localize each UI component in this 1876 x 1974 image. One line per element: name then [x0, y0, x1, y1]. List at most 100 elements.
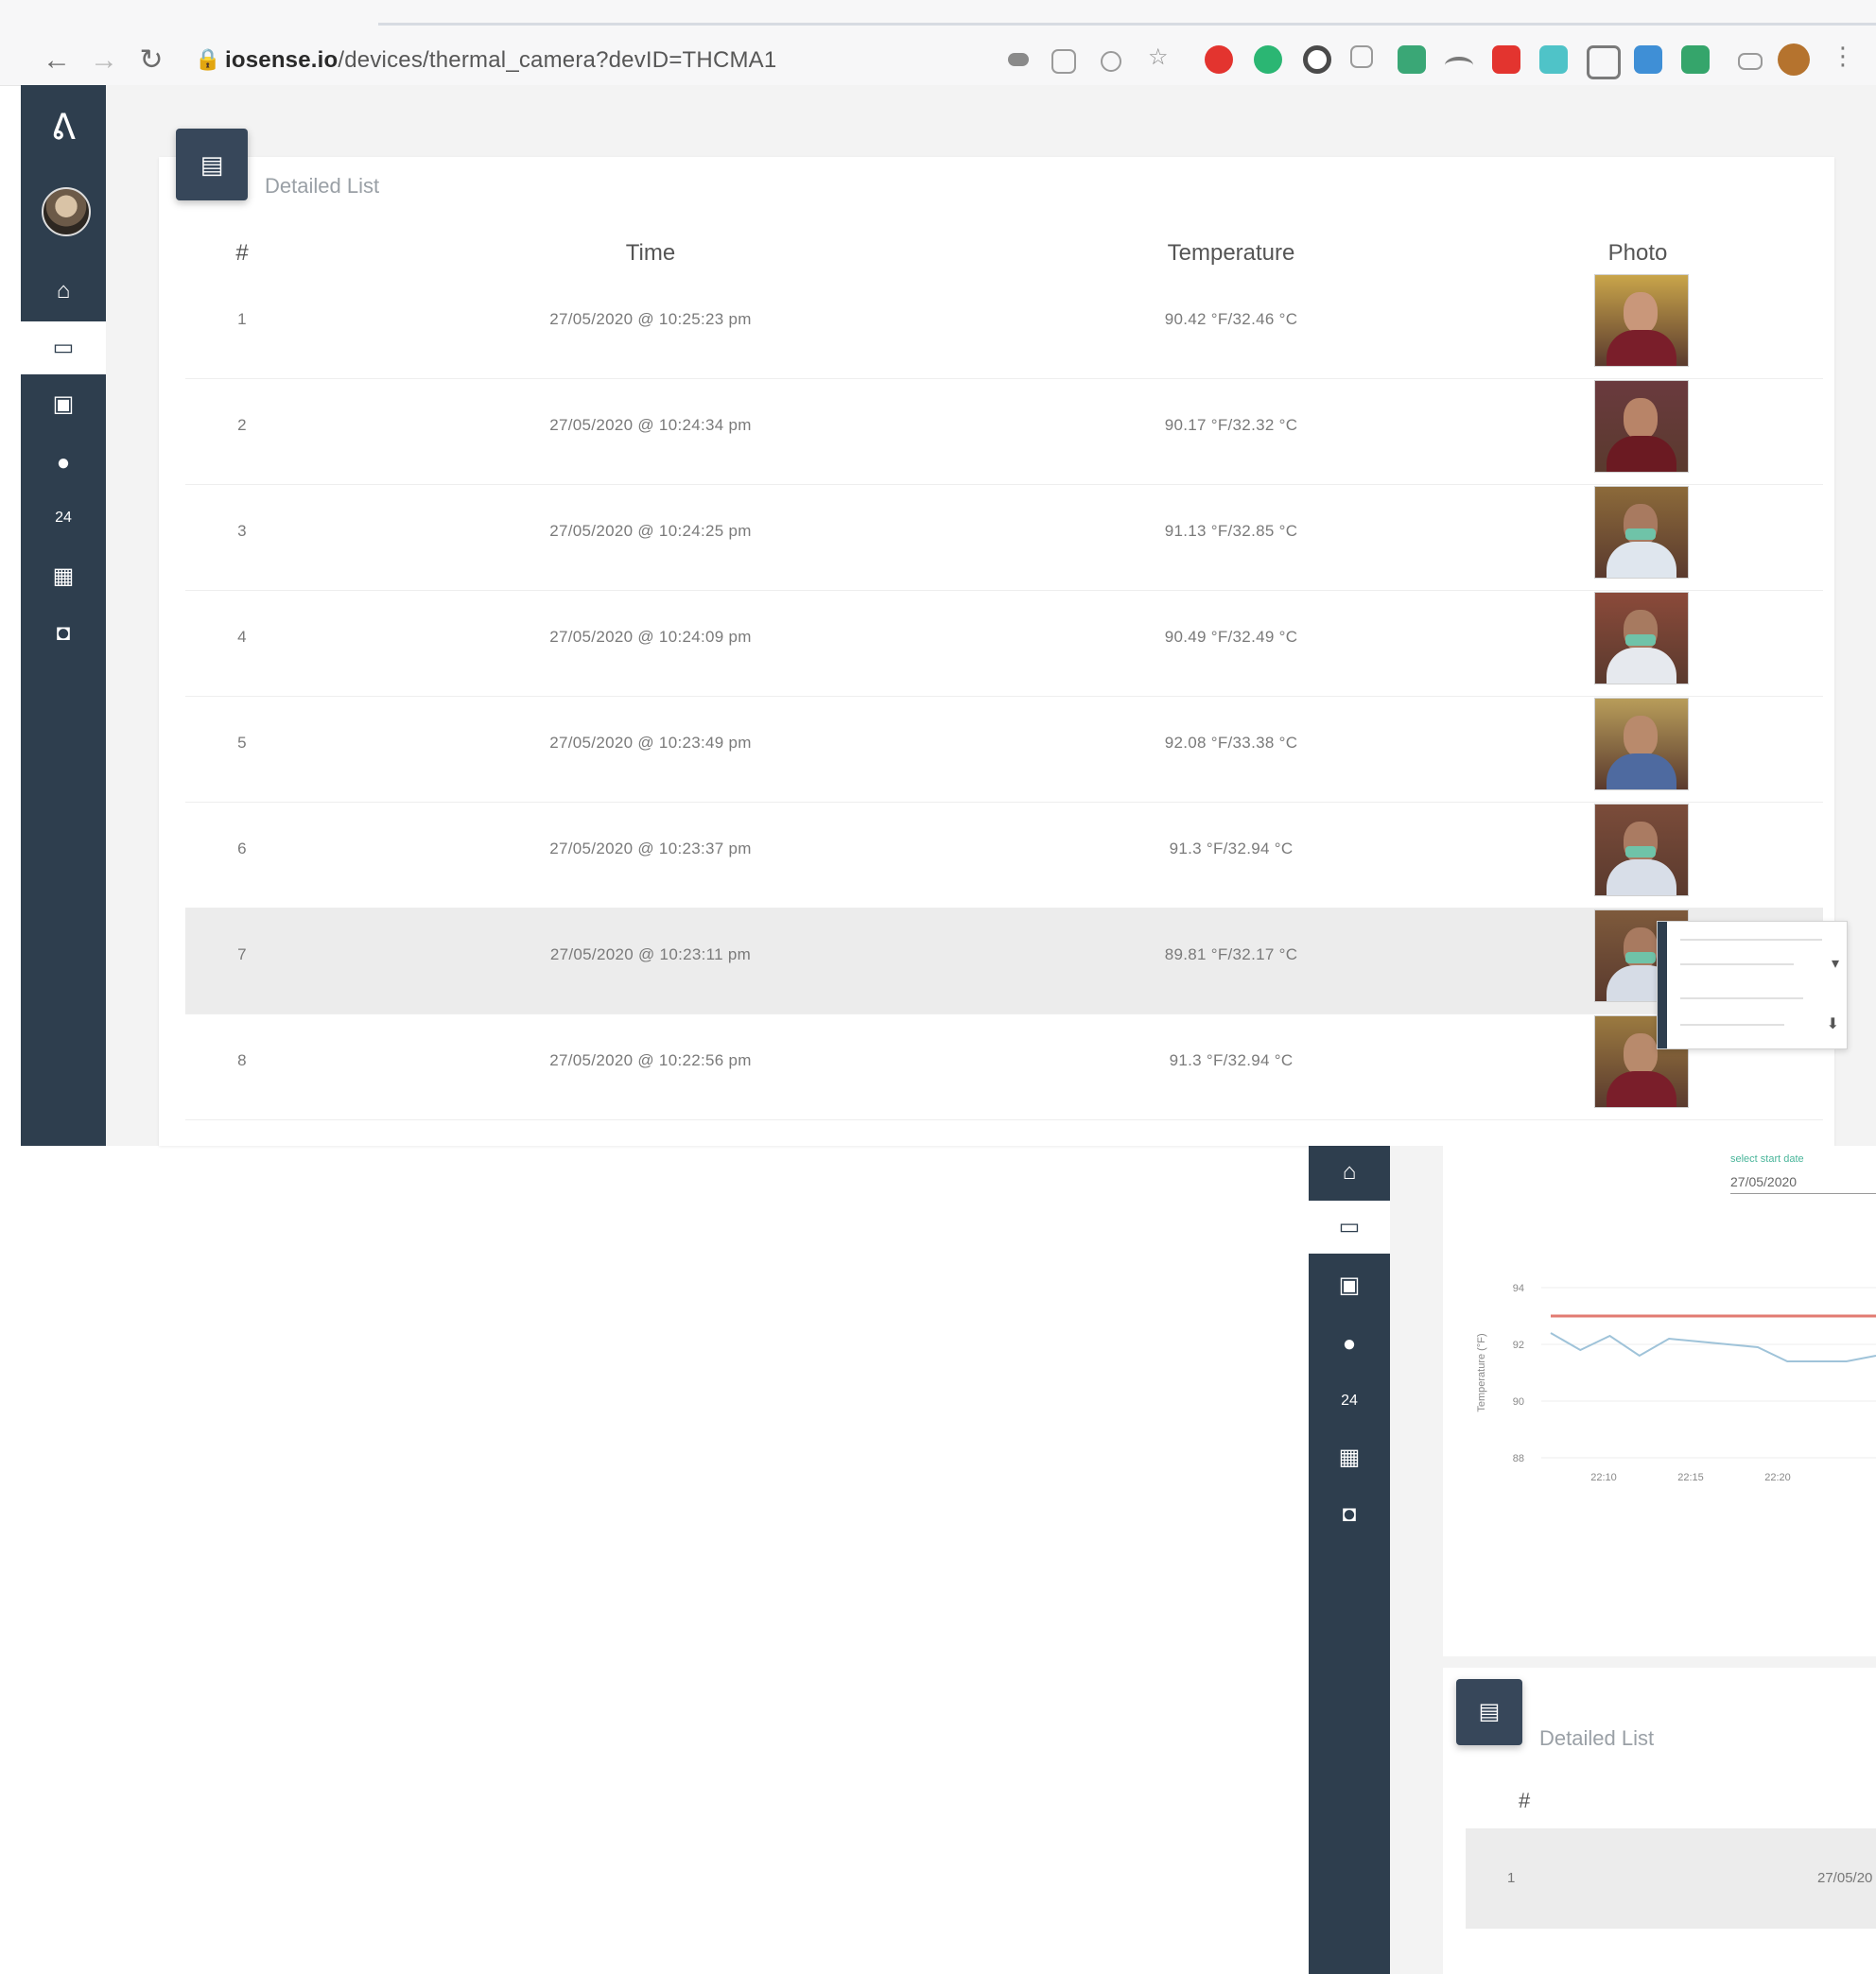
- sidebar-dashboard-icon[interactable]: ▦: [1309, 1431, 1390, 1484]
- key-icon[interactable]: [1008, 53, 1029, 66]
- thermal-photo-thumbnail[interactable]: [1594, 698, 1689, 790]
- table-row[interactable]: 8 27/05/2020 @ 10:22:56 pm 91.3 °F/32.94 °…: [185, 1013, 1823, 1120]
- photo-mask: [1625, 952, 1656, 963]
- table-row[interactable]: 4 27/05/2020 @ 10:24:09 pm 90.49 °F/32.49 …: [185, 590, 1823, 697]
- zoom-icon[interactable]: [1101, 51, 1121, 72]
- address-bar[interactable]: 🔒 iosense.io/devices/thermal_camera?devI…: [170, 40, 1002, 81]
- thermal-photo-thumbnail[interactable]: [1594, 486, 1689, 579]
- sidebar-home-icon[interactable]: ⌂: [21, 265, 106, 318]
- start-date-label: select start date: [1730, 1153, 1804, 1165]
- row-time: 27/05/2020 @ 10:24:25 pm: [549, 522, 752, 540]
- x-tick-label: 22:10: [1590, 1472, 1617, 1483]
- thermal-photo-thumbnail[interactable]: [1594, 592, 1689, 684]
- row-temperature: 92.08 °F/33.38 °C: [1164, 734, 1298, 752]
- sidebar-devices-icon[interactable]: ▭: [21, 321, 106, 374]
- teal-extension-icon[interactable]: [1539, 45, 1568, 74]
- green-extension-icon[interactable]: [1254, 45, 1282, 74]
- sidebar-messages-icon[interactable]: ▣: [21, 378, 106, 431]
- user-avatar[interactable]: [42, 187, 91, 236]
- start-date-input[interactable]: 27/05/2020 ▦: [1730, 1174, 1876, 1194]
- crop-extension-icon[interactable]: [1587, 45, 1621, 79]
- column-header-temperature: Temperature: [1167, 240, 1295, 266]
- photo-context-popup[interactable]: ▾ ⬇: [1657, 921, 1848, 1049]
- row-time: 27/05/2020 @ 10:23:11 pm: [549, 945, 752, 963]
- table-row[interactable]: 1 27/05/20: [1466, 1828, 1876, 1929]
- table-row[interactable]: 5 27/05/2020 @ 10:23:49 pm 92.08 °F/33.38 …: [185, 696, 1823, 803]
- sidebar-database-icon[interactable]: ◘: [21, 607, 106, 660]
- y-tick-label: 92: [1513, 1340, 1524, 1351]
- download-icon[interactable]: ⬇: [1827, 1014, 1839, 1033]
- sidebar-home-icon[interactable]: ⌂: [1309, 1146, 1390, 1199]
- popup-line: [1680, 939, 1822, 941]
- sidebar: ⌂ ▭ ▣ ● 24 ▦ ◘: [1309, 1146, 1390, 1974]
- thermal-photo-thumbnail[interactable]: [1594, 804, 1689, 896]
- forward-icon[interactable]: →: [85, 42, 123, 79]
- x-tick-label: 22:15: [1677, 1472, 1704, 1483]
- row-temperature: 90.49 °F/32.49 °C: [1164, 628, 1298, 646]
- row-time: 27/05/2020 @ 10:24:09 pm: [549, 628, 752, 646]
- user-extension-icon[interactable]: [1398, 45, 1426, 74]
- start-date-value: 27/05/2020: [1730, 1174, 1798, 1189]
- browser-toolbar: ← → ↻ 🔒 iosense.io/devices/thermal_camer…: [0, 0, 1876, 86]
- row-index: 4: [237, 628, 247, 646]
- profile-avatar-icon[interactable]: [1778, 43, 1810, 76]
- cloud-extension-icon[interactable]: [1445, 57, 1473, 74]
- table-row[interactable]: 2 27/05/2020 @ 10:24:34 pm 90.17 °F/32.32 …: [185, 378, 1823, 485]
- row-time: 27/05/2020 @ 10:23:49 pm: [549, 734, 752, 752]
- photo-body: [1607, 1071, 1676, 1107]
- opera-extension-icon[interactable]: [1205, 45, 1233, 74]
- sidebar-alerts-icon[interactable]: ●: [1309, 1318, 1390, 1371]
- temperature-series-line: [1550, 1332, 1876, 1362]
- cast-icon[interactable]: [1051, 49, 1076, 74]
- sidebar-devices-icon[interactable]: ▭: [1309, 1201, 1390, 1254]
- row-temperature: 91.13 °F/32.85 °C: [1164, 522, 1298, 540]
- sidebar-database-icon[interactable]: ◘: [1309, 1488, 1390, 1541]
- sidebar-dashboard-icon[interactable]: ▦: [21, 550, 106, 603]
- row-index: 8: [237, 1051, 247, 1069]
- popup-accent-bar: [1658, 922, 1667, 1048]
- row-time: 27/05/2020 @ 10:24:34 pm: [549, 416, 752, 434]
- thermal-photo-thumbnail[interactable]: [1594, 274, 1689, 367]
- row-index: 5: [237, 734, 247, 752]
- popup-line: [1680, 997, 1803, 999]
- circle-extension-icon[interactable]: [1303, 45, 1331, 74]
- lock-icon: 🔒: [195, 47, 221, 71]
- photo-mask: [1625, 634, 1656, 646]
- photo-body: [1607, 753, 1676, 789]
- blue-extension-icon[interactable]: [1634, 45, 1662, 74]
- row-temperature: 90.42 °F/32.46 °C: [1164, 310, 1298, 328]
- popup-line: [1680, 963, 1794, 965]
- chevron-down-icon[interactable]: ▾: [1832, 954, 1839, 973]
- kebab-menu-icon[interactable]: ⋮: [1831, 42, 1855, 70]
- photo-body: [1607, 330, 1676, 366]
- table-row[interactable]: 7 27/05/2020 @ 10:23:11 pm 89.81 °F/32.17 …: [185, 908, 1823, 1014]
- reload-icon[interactable]: ↻: [132, 42, 170, 79]
- row-index: 1: [1507, 1870, 1516, 1886]
- sidebar-24h-icon[interactable]: 24: [21, 492, 106, 545]
- row-time: 27/05/2020 @ 10:22:56 pm: [549, 1051, 752, 1069]
- row-index: 7: [237, 945, 247, 963]
- table-row[interactable]: 1 27/05/2020 @ 10:25:23 pm 90.42 °F/32.46 …: [185, 272, 1823, 379]
- red-square-extension-icon[interactable]: [1492, 45, 1520, 74]
- sidebar-24h-icon[interactable]: 24: [1309, 1375, 1390, 1428]
- photo-mask: [1625, 846, 1656, 857]
- thermal-photo-thumbnail[interactable]: [1594, 380, 1689, 473]
- bookmark-star-icon[interactable]: ☆: [1148, 43, 1176, 72]
- photo-body: [1607, 542, 1676, 578]
- temperature-chart: Temperature (°F) 94 92 90 88 22:10 22:15 22:20: [1476, 1283, 1876, 1483]
- sidebar-messages-icon[interactable]: ▣: [1309, 1259, 1390, 1312]
- window-extension-icon[interactable]: [1350, 45, 1373, 68]
- table-row[interactable]: 6 27/05/2020 @ 10:23:37 pm 91.3 °F/32.94 °…: [185, 802, 1823, 909]
- sheets-extension-icon[interactable]: [1681, 45, 1710, 74]
- media-icon[interactable]: [1738, 53, 1763, 70]
- row-index: 3: [237, 522, 247, 540]
- table-row[interactable]: 3 27/05/2020 @ 10:24:25 pm 91.13 °F/32.85 …: [185, 484, 1823, 591]
- app-logo-icon[interactable]: ᕕ: [40, 104, 87, 151]
- photo-mask: [1625, 528, 1656, 540]
- list-icon: ▤: [176, 129, 248, 200]
- photo-body: [1607, 436, 1676, 472]
- sidebar-alerts-icon[interactable]: ●: [21, 437, 106, 490]
- back-icon[interactable]: ←: [38, 42, 76, 79]
- popup-line: [1680, 1024, 1784, 1026]
- row-time: 27/05/2020 @ 10:25:23 pm: [549, 310, 752, 328]
